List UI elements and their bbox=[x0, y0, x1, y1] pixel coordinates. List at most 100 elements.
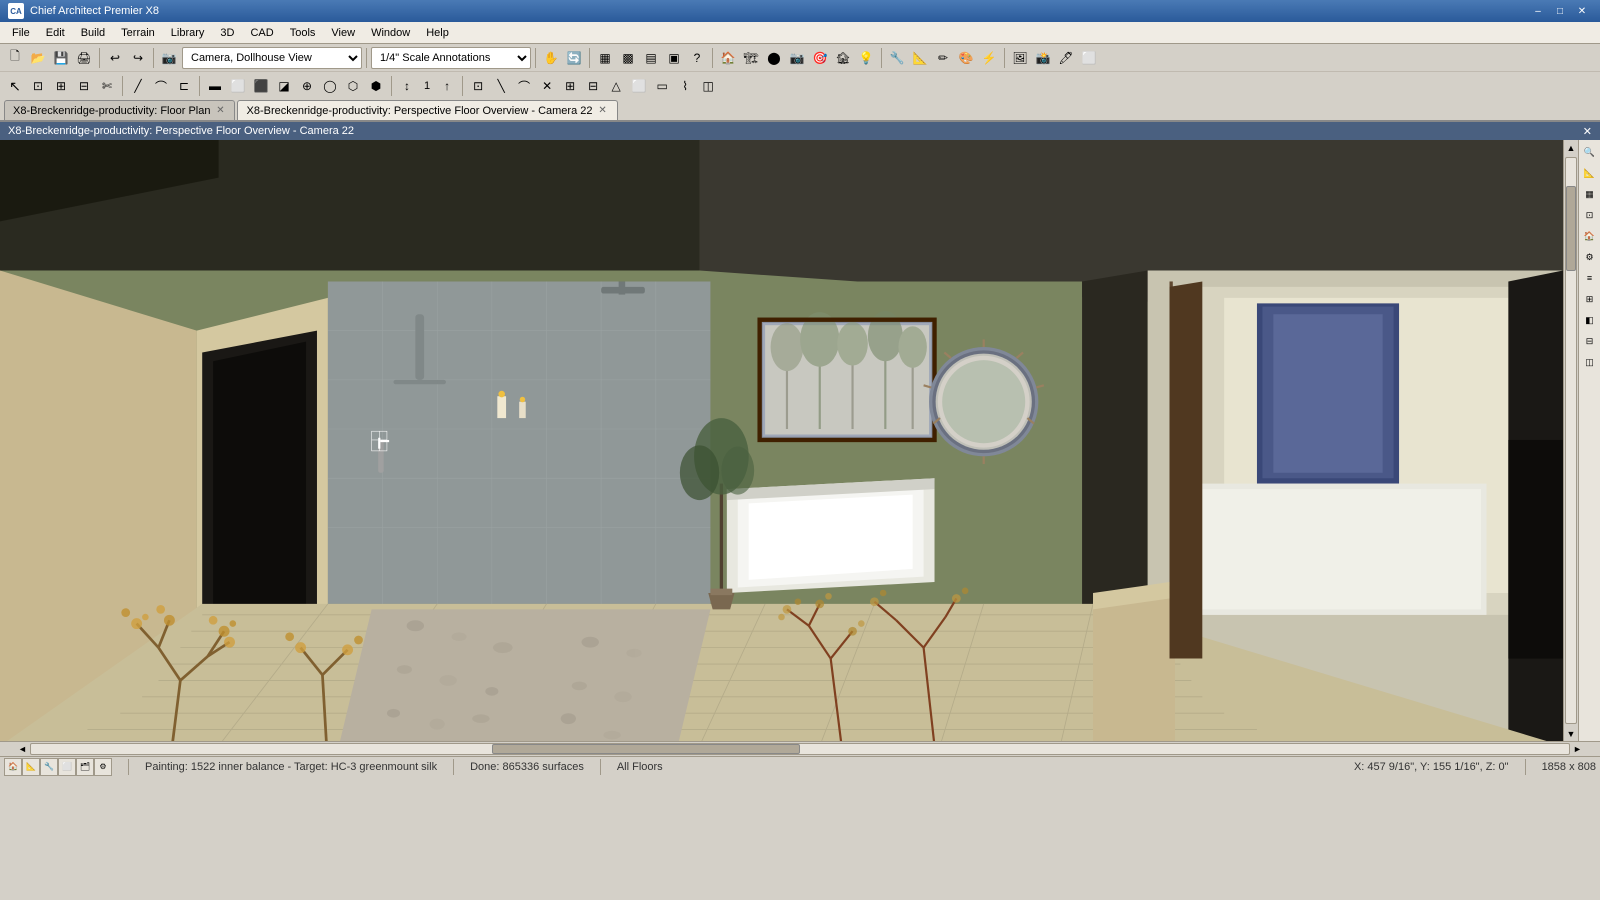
select5-btn[interactable]: ✄ bbox=[96, 75, 118, 97]
3d-viewport[interactable] bbox=[0, 140, 1563, 741]
scale-dropdown[interactable]: 1/4" Scale Annotations bbox=[371, 47, 531, 69]
menu-help[interactable]: Help bbox=[418, 25, 457, 41]
tab-floor-plan[interactable]: X8-Breckenridge-productivity: Floor Plan… bbox=[4, 100, 235, 120]
status-btn-4[interactable]: ⬜ bbox=[58, 758, 76, 776]
status-btn-2[interactable]: 📐 bbox=[22, 758, 40, 776]
select4-btn[interactable]: ⊟ bbox=[73, 75, 95, 97]
redo-btn[interactable]: ↪ bbox=[127, 47, 149, 69]
maximize-button[interactable]: □ bbox=[1550, 3, 1570, 19]
menu-3d[interactable]: 3D bbox=[212, 25, 242, 41]
snap-btn1[interactable]: ⊡ bbox=[467, 75, 489, 97]
render-btn2[interactable]: ▩ bbox=[617, 47, 639, 69]
snap-btn11[interactable]: ◫ bbox=[697, 75, 719, 97]
select2-btn[interactable]: ⊡ bbox=[27, 75, 49, 97]
open-btn[interactable]: 📂 bbox=[27, 47, 49, 69]
panel-btn-3[interactable]: ▦ bbox=[1580, 184, 1600, 204]
wall-btn3[interactable]: ⬛ bbox=[250, 75, 272, 97]
obj-btn3[interactable]: ⬤ bbox=[763, 47, 785, 69]
panel-btn-11[interactable]: ◫ bbox=[1580, 352, 1600, 372]
photo-btn4[interactable]: ⬜ bbox=[1078, 47, 1100, 69]
panel-btn-6[interactable]: ⚙ bbox=[1580, 247, 1600, 267]
snap-btn10[interactable]: ⌇ bbox=[674, 75, 696, 97]
panel-btn-10[interactable]: ⊟ bbox=[1580, 331, 1600, 351]
wall-btn8[interactable]: ⬢ bbox=[365, 75, 387, 97]
snap-btn9[interactable]: ▭ bbox=[651, 75, 673, 97]
panel-btn-1[interactable]: 🔍 bbox=[1580, 142, 1600, 162]
menu-tools[interactable]: Tools bbox=[282, 25, 324, 41]
close-button[interactable]: ✕ bbox=[1572, 3, 1592, 19]
tab2-close[interactable]: ✕ bbox=[597, 105, 609, 117]
obj-btn7[interactable]: 💡 bbox=[855, 47, 877, 69]
obj-btn4[interactable]: 📷 bbox=[786, 47, 808, 69]
obj-btn5[interactable]: 🎯 bbox=[809, 47, 831, 69]
snap-btn8[interactable]: ⬜ bbox=[628, 75, 650, 97]
render-btn4[interactable]: ▣ bbox=[663, 47, 685, 69]
tab1-close[interactable]: ✕ bbox=[214, 105, 226, 117]
wall-btn4[interactable]: ◪ bbox=[273, 75, 295, 97]
menu-edit[interactable]: Edit bbox=[38, 25, 73, 41]
dim-btn1[interactable]: ↕ bbox=[396, 75, 418, 97]
extra-btn1[interactable]: 🔧 bbox=[886, 47, 908, 69]
photo-btn3[interactable]: 🖊 bbox=[1055, 47, 1077, 69]
scroll-right-btn[interactable]: ► bbox=[1570, 743, 1585, 756]
undo-btn[interactable]: ↩ bbox=[104, 47, 126, 69]
draw-btn1[interactable]: ╱ bbox=[127, 75, 149, 97]
status-btn-6[interactable]: ⚙ bbox=[94, 758, 112, 776]
status-btn-3[interactable]: 🔧 bbox=[40, 758, 58, 776]
snap-btn5[interactable]: ⊞ bbox=[559, 75, 581, 97]
scroll-left-btn[interactable]: ◄ bbox=[15, 743, 30, 756]
camera-icon[interactable]: 📷 bbox=[158, 47, 180, 69]
wall-btn7[interactable]: ⬡ bbox=[342, 75, 364, 97]
menu-terrain[interactable]: Terrain bbox=[113, 25, 163, 41]
panel-btn-7[interactable]: ≡ bbox=[1580, 268, 1600, 288]
h-scroll-track[interactable] bbox=[30, 743, 1570, 755]
vertical-scrollbar[interactable]: ▲ ▼ bbox=[1563, 140, 1578, 741]
orbit-btn[interactable]: 🔄 bbox=[563, 47, 585, 69]
snap-btn6[interactable]: ⊟ bbox=[582, 75, 604, 97]
status-btn-1[interactable]: 🏠 bbox=[4, 758, 22, 776]
wall-btn1[interactable]: ▬ bbox=[204, 75, 226, 97]
panel-btn-5[interactable]: 🏠 bbox=[1580, 226, 1600, 246]
tab-perspective[interactable]: X8-Breckenridge-productivity: Perspectiv… bbox=[237, 100, 617, 120]
menu-window[interactable]: Window bbox=[363, 25, 418, 41]
menu-view[interactable]: View bbox=[323, 25, 363, 41]
save-btn[interactable]: 💾 bbox=[50, 47, 72, 69]
horizontal-scrollbar[interactable]: ◄ ► bbox=[0, 741, 1600, 756]
menu-build[interactable]: Build bbox=[73, 25, 113, 41]
v-scroll-thumb[interactable] bbox=[1566, 186, 1576, 271]
snap-btn3[interactable]: ⌒ bbox=[513, 75, 535, 97]
minimize-button[interactable]: – bbox=[1528, 3, 1548, 19]
extra-btn4[interactable]: 🎨 bbox=[955, 47, 977, 69]
obj-btn1[interactable]: 🏠 bbox=[717, 47, 739, 69]
menu-file[interactable]: File bbox=[4, 25, 38, 41]
wall-btn6[interactable]: ◯ bbox=[319, 75, 341, 97]
panel-btn-4[interactable]: ⊡ bbox=[1580, 205, 1600, 225]
extra-btn5[interactable]: ⚡ bbox=[978, 47, 1000, 69]
select-btn[interactable]: ↖ bbox=[4, 75, 26, 97]
wall-btn2[interactable]: ⬜ bbox=[227, 75, 249, 97]
v-scroll-track[interactable] bbox=[1565, 157, 1577, 724]
menu-library[interactable]: Library bbox=[163, 25, 213, 41]
print-btn[interactable]: 🖨 bbox=[73, 47, 95, 69]
draw-btn3[interactable]: ⊏ bbox=[173, 75, 195, 97]
h-scroll-thumb[interactable] bbox=[492, 744, 800, 754]
extra-btn3[interactable]: ✏ bbox=[932, 47, 954, 69]
hand-tool-btn[interactable]: ✋ bbox=[540, 47, 562, 69]
snap-btn4[interactable]: ✕ bbox=[536, 75, 558, 97]
snap-btn7[interactable]: △ bbox=[605, 75, 627, 97]
panel-btn-2[interactable]: 📐 bbox=[1580, 163, 1600, 183]
scroll-up-btn[interactable]: ▲ bbox=[1564, 140, 1579, 155]
panel-btn-9[interactable]: ◧ bbox=[1580, 310, 1600, 330]
status-btn-5[interactable]: 🗂 bbox=[76, 758, 94, 776]
close-view-btn[interactable]: ✕ bbox=[1583, 125, 1592, 138]
dim-btn2[interactable]: ↑ bbox=[436, 75, 458, 97]
menu-cad[interactable]: CAD bbox=[242, 25, 281, 41]
snap-btn2[interactable]: ╲ bbox=[490, 75, 512, 97]
photo-btn1[interactable]: 🖼 bbox=[1009, 47, 1031, 69]
new-btn[interactable]: 🗋 bbox=[4, 47, 26, 69]
select3-btn[interactable]: ⊞ bbox=[50, 75, 72, 97]
help-btn[interactable]: ? bbox=[686, 47, 708, 69]
photo-btn2[interactable]: 📸 bbox=[1032, 47, 1054, 69]
camera-dropdown[interactable]: Camera, Dollhouse View bbox=[182, 47, 362, 69]
panel-btn-8[interactable]: ⊞ bbox=[1580, 289, 1600, 309]
